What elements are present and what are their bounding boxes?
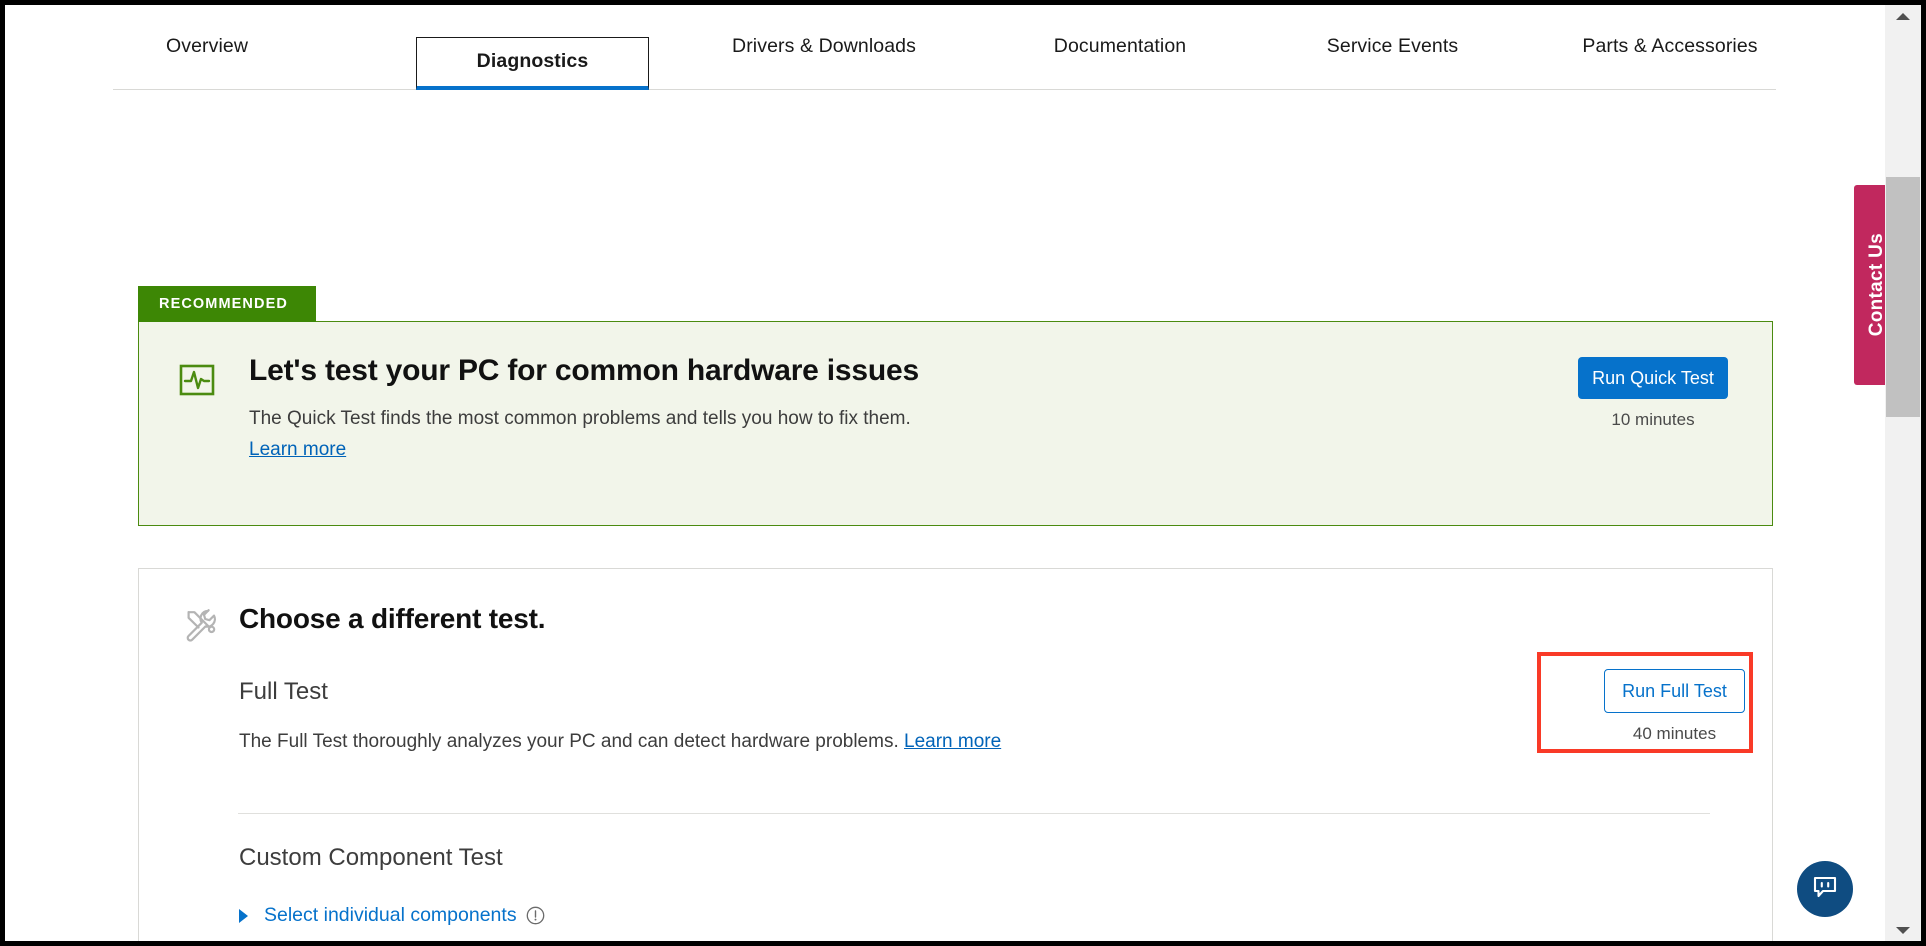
select-individual-components-row[interactable]: Select individual components (239, 904, 545, 927)
full-test-duration: 40 minutes (1604, 724, 1745, 744)
tab-overview-label: Overview (166, 35, 248, 58)
section-divider (238, 813, 1710, 814)
recommended-badge: RECOMMENDED (138, 286, 316, 322)
info-circle-icon[interactable] (526, 906, 545, 925)
page-viewport: Overview Diagnostics Drivers & Downloads… (5, 5, 1921, 941)
full-test-description: The Full Test thoroughly analyzes your P… (239, 731, 899, 752)
tab-parts-accessories-label: Parts & Accessories (1582, 35, 1757, 58)
full-test-description-row: The Full Test thoroughly analyzes your P… (239, 731, 1001, 753)
quick-test-title: Let's test your PC for common hardware i… (249, 354, 919, 388)
quick-test-duration: 10 minutes (1578, 410, 1728, 430)
quick-test-learn-more-link[interactable]: Learn more (249, 439, 346, 461)
custom-component-test-name: Custom Component Test (239, 844, 503, 872)
diagnostics-content: RECOMMENDED Let's test your PC for commo… (5, 90, 1885, 941)
tab-diagnostics[interactable]: Diagnostics (416, 37, 649, 90)
tab-parts-accessories[interactable]: Parts & Accessories (1505, 35, 1835, 90)
quick-test-description: The Quick Test finds the most common pro… (249, 408, 911, 430)
tab-documentation-label: Documentation (1054, 35, 1186, 58)
choose-different-test-title: Choose a different test. (239, 603, 545, 635)
tab-drivers-downloads[interactable]: Drivers & Downloads (660, 35, 988, 90)
arrow-down-glyph (1896, 927, 1910, 934)
chat-bubble-button[interactable] (1797, 861, 1853, 917)
run-full-test-button[interactable]: Run Full Test (1604, 669, 1745, 713)
tab-service-events-label: Service Events (1327, 35, 1458, 58)
select-individual-components-label: Select individual components (264, 904, 517, 927)
main-navigation-tabs: Overview Diagnostics Drivers & Downloads… (5, 5, 1885, 90)
vertical-scrollbar[interactable] (1885, 5, 1921, 941)
wrench-screwdriver-icon (181, 606, 221, 646)
tab-service-events[interactable]: Service Events (1250, 35, 1535, 90)
full-test-name: Full Test (239, 678, 328, 706)
arrow-up-glyph (1896, 13, 1910, 20)
scroll-down-arrow-icon[interactable] (1885, 919, 1921, 941)
quick-test-card: Let's test your PC for common hardware i… (138, 321, 1773, 526)
tab-overview[interactable]: Overview (113, 35, 301, 90)
choose-different-test-card: Choose a different test. Full Test The F… (138, 568, 1773, 941)
full-test-learn-more-link[interactable]: Learn more (904, 731, 1001, 752)
chevron-right-icon (239, 909, 248, 923)
tab-drivers-downloads-label: Drivers & Downloads (732, 35, 916, 58)
pulse-monitor-icon (179, 362, 215, 398)
run-quick-test-button[interactable]: Run Quick Test (1578, 357, 1728, 399)
tab-diagnostics-label: Diagnostics (477, 50, 589, 73)
recommended-badge-label: RECOMMENDED (159, 296, 288, 312)
chat-bubble-icon (1810, 872, 1840, 907)
scroll-up-arrow-icon[interactable] (1885, 5, 1921, 27)
tab-documentation[interactable]: Documentation (960, 35, 1280, 90)
scrollbar-thumb[interactable] (1886, 177, 1920, 417)
